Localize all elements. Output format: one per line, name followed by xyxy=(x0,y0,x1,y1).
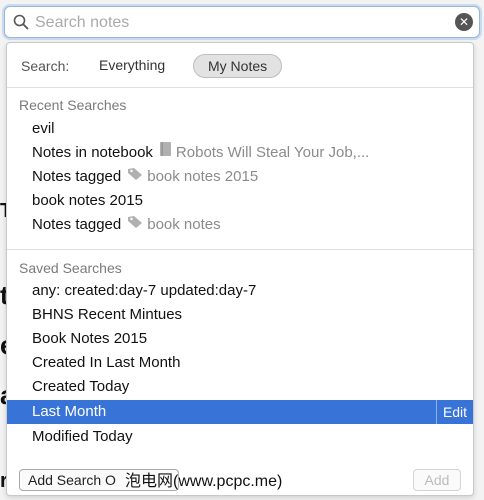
search-input[interactable] xyxy=(33,11,437,35)
search-scope-label: Search: xyxy=(21,58,70,74)
search-bar[interactable]: ✕ xyxy=(4,6,480,38)
saved-search-label: any: created:day-7 updated:day-7 xyxy=(32,282,257,299)
saved-search-item[interactable]: Modified Today xyxy=(7,425,473,449)
saved-search-item[interactable]: Created In Last Month xyxy=(7,351,473,375)
scope-everything-button[interactable]: Everything xyxy=(85,54,179,76)
saved-search-label: Created In Last Month xyxy=(32,354,181,371)
tag-name: book notes xyxy=(147,216,221,233)
clear-search-icon[interactable]: ✕ xyxy=(455,13,473,31)
recent-search-item[interactable]: evil xyxy=(7,117,473,141)
recent-searches-heading: Recent Searches xyxy=(19,97,127,113)
recent-search-text: evil xyxy=(32,120,55,137)
scope-my-notes-button[interactable]: My Notes xyxy=(193,54,283,78)
saved-search-item[interactable]: BHNS Recent Mintues xyxy=(7,303,473,327)
saved-search-item[interactable]: Book Notes 2015 xyxy=(7,327,473,351)
recent-search-item[interactable]: book notes 2015 xyxy=(7,189,473,213)
divider xyxy=(7,87,473,88)
saved-searches-heading: Saved Searches xyxy=(19,260,122,276)
edit-saved-search-button[interactable]: Edit xyxy=(436,400,473,424)
saved-search-label: Modified Today xyxy=(32,428,133,445)
recent-search-item[interactable]: Notes tagged book notes 2015 xyxy=(7,165,473,189)
recent-search-item[interactable]: Notes in notebook Robots Will Steal Your … xyxy=(7,141,473,165)
saved-search-label: BHNS Recent Mintues xyxy=(32,306,183,323)
saved-search-label: Last Month xyxy=(32,403,107,420)
tag-name: book notes 2015 xyxy=(147,168,259,185)
notebook-icon xyxy=(159,141,172,165)
recent-search-text: Notes in notebook xyxy=(32,144,153,161)
saved-search-item[interactable]: Created Today xyxy=(7,375,473,399)
saved-search-item[interactable]: any: created:day-7 updated:day-7 xyxy=(7,279,473,303)
watermark-text: 泡电网(www.pcpc.me) xyxy=(125,473,283,490)
tag-icon xyxy=(127,213,143,237)
divider xyxy=(7,249,473,250)
saved-search-label: Created Today xyxy=(32,378,130,395)
recent-search-item[interactable]: Notes tagged book notes xyxy=(7,213,473,237)
notebook-name: Robots Will Steal Your Job,... xyxy=(175,144,370,161)
tag-icon xyxy=(127,165,143,189)
add-button[interactable]: Add xyxy=(413,469,461,491)
saved-search-item-selected[interactable]: Last Month Edit xyxy=(7,400,473,424)
saved-search-label: Book Notes 2015 xyxy=(32,330,148,347)
recent-search-text: book notes 2015 xyxy=(32,192,143,209)
recent-search-text: Notes tagged xyxy=(32,168,122,185)
recent-search-text: Notes tagged xyxy=(32,216,122,233)
search-scope-row: Search: Everything My Notes xyxy=(7,51,473,79)
search-icon xyxy=(13,14,29,35)
search-dropdown-panel: Search: Everything My Notes Recent Searc… xyxy=(6,42,474,496)
